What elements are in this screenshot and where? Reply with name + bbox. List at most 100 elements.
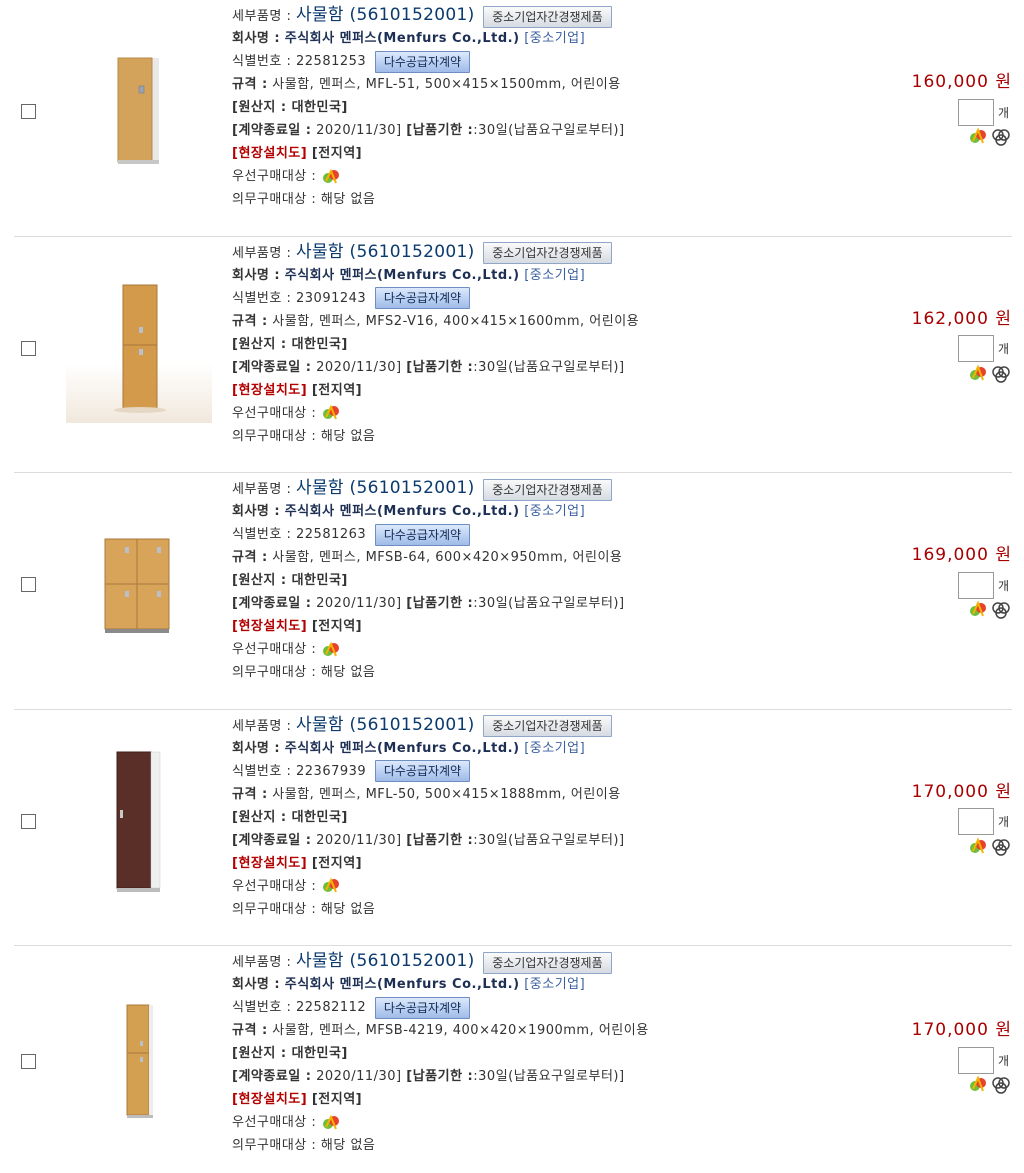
spec-label: 규격 : [232,786,268,802]
green-product-icon [970,1075,986,1092]
certification-icon [992,839,1010,856]
install-tag: [현장설치도] [232,855,308,871]
mas-badge: 다수공급자계약 [374,760,471,783]
install-tag: [현장설치도] [232,1092,308,1108]
id-label: 식별번호 : [232,290,292,306]
product-image[interactable] [66,36,212,186]
won-label: 원 [995,1020,1012,1041]
product-list: 세부품명 : 사물함 (5610152001) 중소기업자간경쟁제품 회사명 :… [14,0,1012,1173]
product-info: 세부품명 : 사물함 (5610152001) 중소기업자간경쟁제품 회사명 :… [232,241,752,448]
unit-label: 개 [998,815,1010,830]
company-name[interactable]: 주식회사 멘퍼스(Menfurs Co.,Ltd.) [285,504,520,519]
mas-badge: 다수공급자계약 [374,287,471,310]
contract-end: 2020/11/30] [316,596,402,612]
spec-label: 규격 : [232,550,268,566]
priority-label: 우선구매대상 : [232,169,317,184]
won-label: 원 [995,781,1012,802]
delivery: :30일(납품요구일로부터)] [473,123,625,138]
select-checkbox[interactable] [21,577,36,593]
delivery: :30일(납품요구일로부터)] [473,596,625,612]
contract-end-label: [계약종료일 : [232,596,312,612]
spec-label: 규격 : [232,313,268,329]
id-label: 식별번호 : [232,763,292,779]
detail-name-label: 세부품명 : [232,955,292,971]
product-name[interactable]: 사물함 (5610152001) [296,951,475,971]
quantity-input[interactable] [958,571,994,599]
quantity-input[interactable] [958,335,994,363]
origin: [원산지 : 대한민국] [232,573,348,589]
unit-label: 개 [998,578,1010,593]
won-label: 원 [995,545,1012,566]
company-label: 회사명 : [232,740,281,756]
contract-end-label: [계약종료일 : [232,359,312,375]
company-name[interactable]: 주식회사 멘퍼스(Menfurs Co.,Ltd.) [285,977,520,992]
id-number: 22582112 [296,1000,367,1016]
won-label: 원 [995,308,1012,329]
origin: [원산지 : 대한민국] [232,100,348,115]
product-info: 세부품명 : 사물함 (5610152001) 중소기업자간경쟁제품 회사명 :… [232,714,752,921]
product-name[interactable]: 사물함 (5610152001) [296,242,475,262]
company-name[interactable]: 주식회사 멘퍼스(Menfurs Co.,Ltd.) [285,741,520,756]
green-product-icon [970,127,986,144]
product-row: 세부품명 : 사물함 (5610152001) 중소기업자간경쟁제품 회사명 :… [14,473,1012,710]
company-label: 회사명 : [232,977,281,993]
company-name[interactable]: 주식회사 멘퍼스(Menfurs Co.,Ltd.) [285,31,520,46]
product-row: 세부품명 : 사물함 (5610152001) 중소기업자간경쟁제품 회사명 :… [14,710,1012,947]
contract-end-label: [계약종료일 : [232,123,312,138]
price-area: 160,000 원 개 [852,70,1012,147]
install-tag: [현장설치도] [232,619,308,635]
delivery: :30일(납품요구일로부터)] [473,359,625,375]
detail-name-label: 세부품명 : [232,482,292,498]
mandatory: 의무구매대상 : 해당 없음 [232,1138,376,1154]
certification-icon [992,1077,1010,1095]
contract-end-label: [계약종료일 : [232,1069,312,1085]
green-product-icon [970,837,986,854]
price: 162,000 [911,308,989,329]
mandatory: 의무구매대상 : 해당 없음 [232,192,376,207]
company-label: 회사명 : [232,504,281,520]
priority-mark-icon [322,404,339,420]
priority-mark-icon [322,1114,339,1130]
green-product-icon [970,364,986,380]
price-area: 162,000 원 개 [852,307,1012,384]
priority-label: 우선구매대상 : [232,642,317,658]
competition-badge: 중소기업자간경쟁제품 [483,951,612,974]
spec-value: 사물함, 멘퍼스, MFL-51, 500×415×1500mm, 어린이용 [272,77,621,92]
price-area: 169,000 원 개 [852,543,1012,620]
quantity-input[interactable] [958,98,994,126]
priority-mark-icon [322,168,339,183]
region-tag: [전지역] [311,146,363,161]
certification-icon [992,129,1010,146]
id-label: 식별번호 : [232,54,292,69]
region-tag: [전지역] [311,382,363,398]
select-checkbox[interactable] [21,813,36,829]
green-product-icon [970,600,986,617]
mas-badge: 다수공급자계약 [374,996,471,1019]
mas-badge: 다수공급자계약 [374,50,471,73]
smb-tag: [중소기업] [524,31,586,46]
price: 160,000 [911,72,989,92]
product-image[interactable] [66,746,212,896]
select-checkbox[interactable] [21,340,36,356]
quantity-input[interactable] [958,808,994,836]
unit-label: 개 [998,342,1010,357]
product-image[interactable] [66,272,212,423]
origin: [원산지 : 대한민국] [232,336,348,352]
product-image[interactable] [66,509,212,659]
product-name[interactable]: 사물함 (5610152001) [296,715,475,735]
region-tag: [전지역] [311,1092,363,1108]
delivery-label: [납품기한 : [406,1069,474,1085]
quantity-input[interactable] [958,1046,994,1074]
product-image[interactable] [66,986,212,1136]
company-name[interactable]: 주식회사 멘퍼스(Menfurs Co.,Ltd.) [285,268,520,283]
product-name[interactable]: 사물함 (5610152001) [296,478,475,498]
select-checkbox[interactable] [21,1054,36,1070]
select-checkbox[interactable] [21,104,36,119]
competition-badge: 중소기업자간경쟁제품 [483,478,612,501]
price: 169,000 [911,545,989,566]
price: 170,000 [911,781,989,802]
spec-label: 규격 : [232,77,268,92]
competition-badge: 중소기업자간경쟁제품 [483,715,612,738]
contract-end: 2020/11/30] [316,1069,402,1085]
product-name[interactable]: 사물함 (5610152001) [296,5,475,25]
